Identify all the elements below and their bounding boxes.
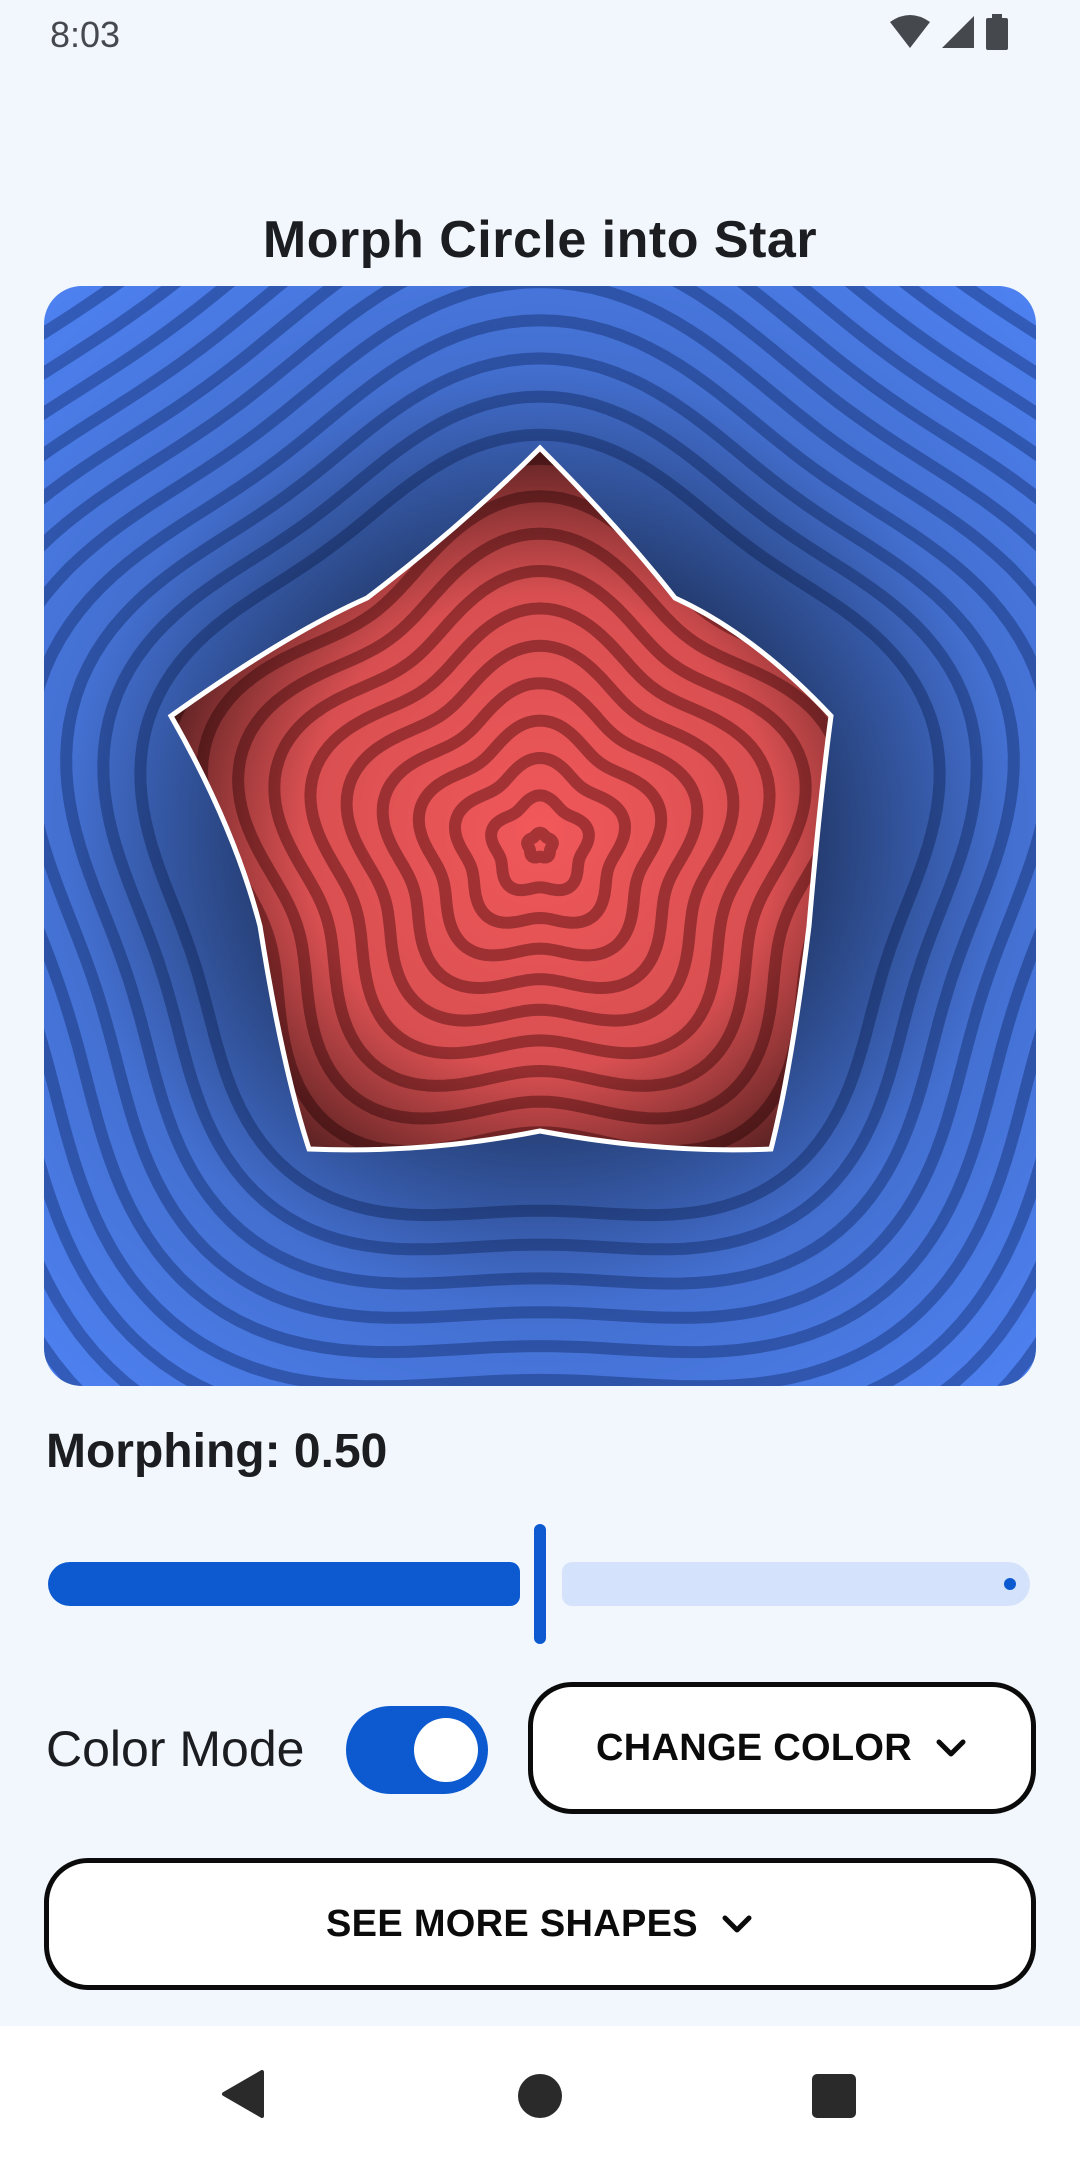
see-more-shapes-button[interactable]: SEE MORE SHAPES <box>44 1858 1036 1990</box>
status-time: 8:03 <box>50 14 121 55</box>
back-icon[interactable] <box>220 2070 264 2118</box>
color-mode-switch[interactable] <box>346 1706 488 1794</box>
status-bar: 8:03 <box>0 0 1080 70</box>
change-color-label: CHANGE COLOR <box>595 1726 913 1769</box>
see-more-shapes-label: SEE MORE SHAPES <box>326 1902 698 1945</box>
morphing-slider[interactable] <box>48 1520 1030 1650</box>
status-icons <box>890 14 1008 50</box>
cellular-icon <box>942 16 974 48</box>
morph-shape-graphic <box>44 286 1036 1386</box>
color-mode-label: Color Mode <box>46 1721 305 1777</box>
home-icon[interactable] <box>518 2074 562 2118</box>
morph-canvas <box>44 286 1036 1386</box>
change-color-button[interactable]: CHANGE COLOR <box>528 1682 1036 1814</box>
battery-icon <box>986 14 1008 50</box>
page-title: Morph Circle into Star <box>262 211 818 269</box>
slider-active-track[interactable] <box>48 1562 520 1606</box>
slider-stop-indicator <box>1004 1578 1016 1590</box>
slider-inactive-track[interactable] <box>562 1562 1030 1606</box>
recents-icon[interactable] <box>812 2074 856 2118</box>
morphing-label: Morphing: 0.50 <box>46 1425 388 1478</box>
chevron-down-icon <box>936 1739 966 1757</box>
wifi-icon <box>890 15 930 48</box>
navigation-bar <box>0 2026 1080 2160</box>
switch-thumb[interactable] <box>414 1718 478 1782</box>
chevron-down-icon <box>722 1915 752 1933</box>
slider-handle[interactable] <box>534 1524 546 1644</box>
